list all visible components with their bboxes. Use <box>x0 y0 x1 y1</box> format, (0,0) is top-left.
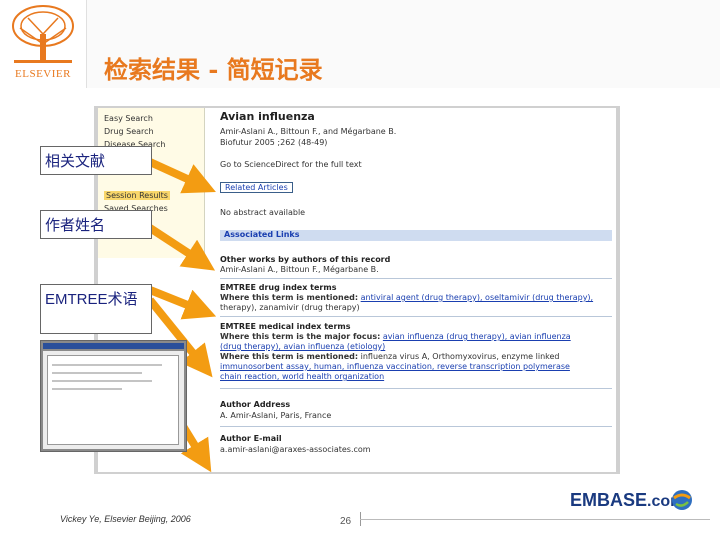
footer-rule <box>360 519 710 520</box>
embase-globe-icon <box>672 490 692 510</box>
mini-line <box>52 364 162 366</box>
mini-screenshot <box>40 340 187 452</box>
callout-emtree-terms: EMTREE术语 <box>40 284 152 334</box>
mini-line <box>52 372 142 374</box>
callout-related-articles: 相关文献 <box>40 146 152 175</box>
embase-logo-text: EMBASE <box>570 490 648 510</box>
embase-logo: EMBASE.com <box>570 490 684 511</box>
page-number: 26 <box>340 516 352 527</box>
mini-window <box>47 355 179 445</box>
mini-line <box>52 380 152 382</box>
mini-line <box>52 388 122 390</box>
arrow-related-articles <box>148 158 216 194</box>
callout-author-names: 作者姓名 <box>40 210 152 239</box>
mini-window-body <box>43 351 184 449</box>
footer-credit: Vickey Ye, Elsevier Beijing, 2006 <box>60 514 191 524</box>
arrow-author-names <box>147 224 216 271</box>
callout-arrows <box>146 158 217 473</box>
mini-titlebar <box>43 343 184 349</box>
